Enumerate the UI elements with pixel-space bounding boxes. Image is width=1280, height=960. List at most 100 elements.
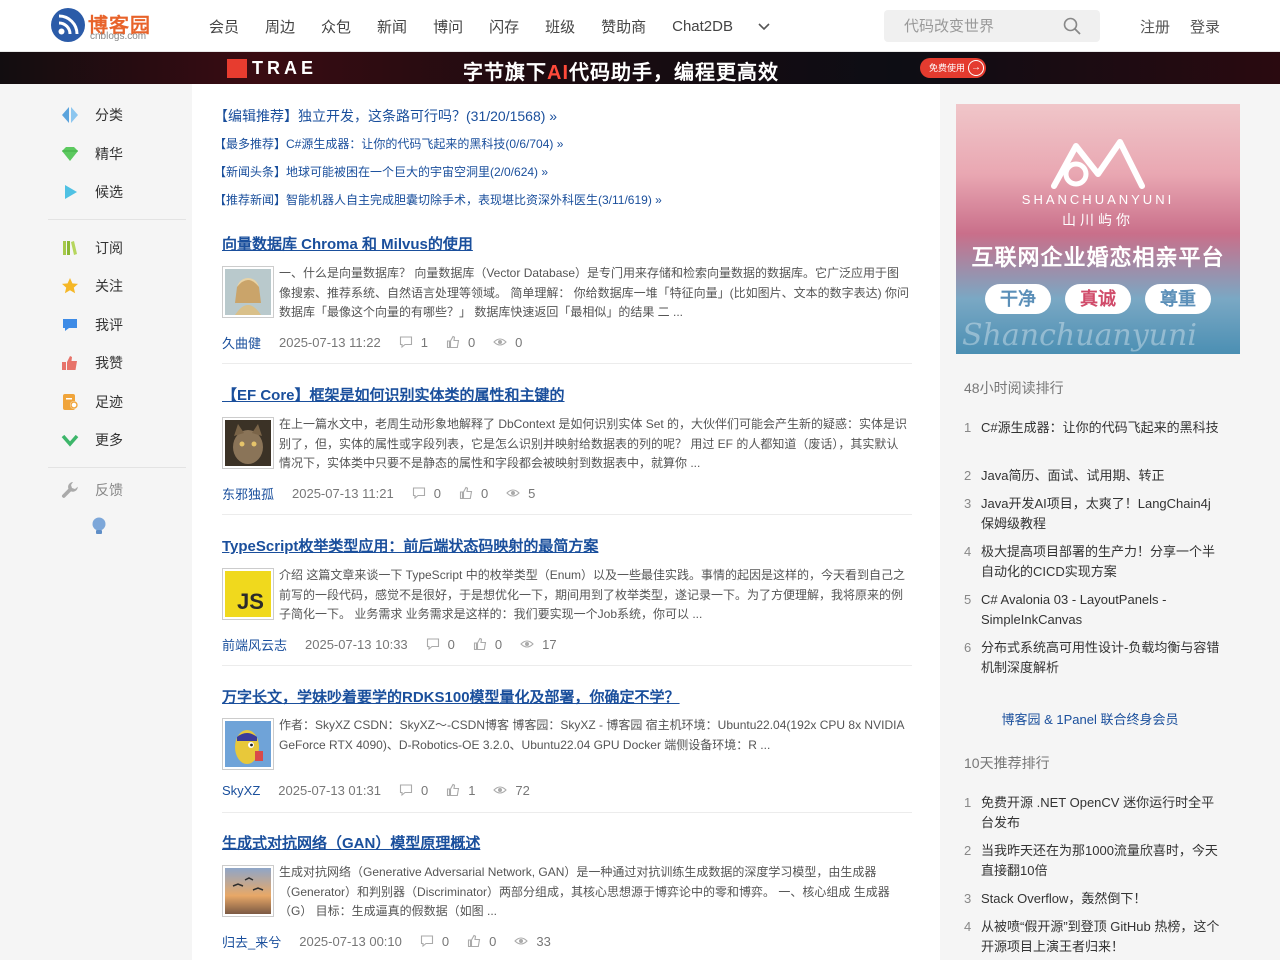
nav-qa[interactable]: 博问 — [433, 16, 463, 37]
comment-icon[interactable] — [399, 783, 413, 797]
slogan-highlight: AI — [547, 62, 569, 84]
rank-number: 1 — [964, 420, 972, 435]
avatar[interactable] — [222, 718, 274, 770]
search-input[interactable] — [884, 10, 1064, 42]
like-count: 0 — [480, 485, 489, 501]
sidebar-item-label: 订阅 — [95, 240, 123, 256]
comment-icon[interactable] — [399, 335, 413, 349]
author-avatar-image — [225, 269, 271, 315]
ad-pill-clean: 干净 — [985, 284, 1051, 314]
ad-pill-sincere: 真诚 — [1065, 284, 1131, 314]
chevron-down-icon[interactable] — [757, 19, 771, 33]
rank-title: C#源生成器：让你的代码飞起来的黑科技 — [981, 420, 1219, 435]
rank-number: 2 — [964, 468, 972, 483]
chevron-down-icon — [61, 434, 79, 447]
nav-sponsor[interactable]: 赞助商 — [601, 16, 646, 37]
post-author[interactable]: 东邪独孤 — [222, 484, 274, 503]
comment-icon[interactable] — [420, 934, 434, 948]
sidebar-item-label: 反馈 — [95, 482, 123, 498]
books-icon — [63, 241, 77, 255]
nav-news[interactable]: 新闻 — [377, 16, 407, 37]
post-date: 2025-07-13 10:33 — [305, 636, 408, 652]
nav-flash[interactable]: 闪存 — [489, 16, 519, 37]
sidebar-item-label: 我评 — [95, 317, 123, 333]
eye-icon — [506, 489, 520, 497]
banner-cta-button[interactable]: 免费使用 → — [920, 58, 986, 78]
sidebar-item-feedback[interactable]: 反馈 — [60, 478, 123, 502]
view-count: 5 — [528, 485, 536, 501]
post-author[interactable]: 久曲健 — [222, 333, 261, 352]
editor-pick-link[interactable]: 【编辑推荐】独立开发，这条路可行吗？(31/20/1568) » — [214, 106, 557, 126]
nav-crowdsource[interactable]: 众包 — [321, 16, 351, 37]
banner-slogan: 字节旗下AI代码助手，编程更高效 — [463, 56, 779, 85]
avatar[interactable] — [222, 266, 274, 318]
membership-promo-link[interactable]: 博客园 & 1Panel 联合终身会员 — [940, 709, 1240, 728]
sidebar-item-subscribe[interactable]: 订阅 — [60, 236, 123, 260]
sidebar-item-candidate[interactable]: 候选 — [60, 180, 123, 204]
comment-count: 1 — [420, 334, 428, 350]
nav-chat2db[interactable]: Chat2DB — [672, 18, 733, 35]
lightbulb-icon[interactable] — [90, 516, 108, 536]
most-recommended-link[interactable]: 【最多推荐】C#源生成器：让你的代码飞起来的黑科技(0/6/704) » — [214, 135, 563, 152]
post-title[interactable]: 生成式对抗网络（GAN）模型原理概述 — [222, 832, 480, 853]
sidebar-item-category[interactable]: 分类 — [60, 103, 123, 127]
eye-icon — [514, 937, 529, 945]
post-meta: 东邪独孤 2025-07-13 11:21 0 0 5 — [222, 484, 553, 502]
sidebar-ad[interactable]: SHANCHUANYUNI 山川屿你 互联网企业婚恋相亲平台 干净 真诚 尊重 … — [956, 104, 1240, 354]
star-icon — [62, 278, 78, 294]
rank-number: 3 — [964, 496, 972, 511]
sidebar-item-more[interactable]: 更多 — [60, 428, 123, 452]
thumbs-up-icon[interactable] — [446, 335, 460, 349]
register-link[interactable]: 注册 — [1140, 16, 1170, 37]
rank-title: 极大提高项目部署的生产力！分享一个半自动化的CICD实现方案 — [981, 544, 1216, 579]
eye-icon — [493, 786, 508, 794]
site-logo[interactable]: 博客园 cnblogs.com — [50, 7, 160, 45]
search-icon[interactable] — [1062, 16, 1082, 36]
post-title[interactable]: 【EF Core】框架是如何识别实体类的属性和主键的 — [222, 384, 565, 405]
post-title[interactable]: TypeScript枚举类型应用：前后端状态码映射的最简方案 — [222, 535, 598, 556]
like-count: 1 — [468, 782, 476, 798]
post-title[interactable]: 向量数据库 Chroma 和 Milvus的使用 — [222, 233, 473, 254]
nav-member[interactable]: 会员 — [209, 16, 239, 37]
thumbs-up-icon[interactable] — [446, 783, 460, 797]
avatar[interactable] — [222, 865, 274, 917]
post-summary: 生成对抗网络（Generative Adversarial Network, G… — [279, 865, 890, 918]
promo-banner[interactable]: TRAE 字节旗下AI代码助手，编程更高效 免费使用 → — [0, 52, 1280, 84]
avatar[interactable] — [222, 417, 274, 469]
reading-rank-title: 48小时阅读排行 — [964, 380, 1064, 396]
nav-merch[interactable]: 周边 — [265, 16, 295, 37]
news-headline-link[interactable]: 【新闻头条】地球可能被困在一个巨大的宇宙空洞里(2/0/624) » — [214, 163, 548, 180]
post-summary: 介绍 这篇文章来谈一下 TypeScript 中的枚举类型（Enum）以及一些最… — [279, 568, 906, 621]
sidebar-item-my-comments[interactable]: 我评 — [60, 313, 123, 337]
recommended-news-link[interactable]: 【推荐新闻】智能机器人自主完成胆囊切除手术，表现堪比资深外科医生(3/11/61… — [214, 191, 662, 208]
post-divider — [222, 363, 912, 364]
sidebar-item-featured[interactable]: 精华 — [60, 142, 123, 166]
post-author[interactable]: 前端风云志 — [222, 635, 287, 654]
post-date: 2025-07-13 00:10 — [299, 933, 402, 949]
sidebar-item-my-likes[interactable]: 我赞 — [60, 351, 123, 375]
sidebar-item-footprint[interactable]: 足迹 — [60, 390, 123, 414]
post-author[interactable]: SkyXZ — [222, 783, 260, 798]
search-box — [884, 10, 1100, 42]
author-avatar-image — [225, 721, 271, 767]
comment-icon[interactable] — [412, 486, 426, 500]
post-title[interactable]: 万字长文，学妹吵着要学的RDKS100模型量化及部署，你确定不学？ — [222, 686, 680, 707]
rank-title: C# Avalonia 03 - LayoutPanels - SimpleIn… — [981, 592, 1167, 627]
thumbs-up-icon[interactable] — [459, 486, 473, 500]
avatar[interactable]: JS — [222, 568, 274, 620]
ad-headline: 互联网企业婚恋相亲平台 — [971, 245, 1225, 270]
post-author[interactable]: 归去_来兮 — [222, 932, 281, 951]
login-link[interactable]: 登录 — [1190, 16, 1220, 37]
thumbs-up-icon[interactable] — [467, 934, 481, 948]
rank-title: Stack Overflow，轰然倒下！ — [981, 891, 1147, 906]
thumbs-up-icon[interactable] — [473, 637, 487, 651]
rank-number: 2 — [964, 843, 972, 858]
post-summary: 作者：SkyXZ CSDN：SkyXZ～-CSDN博客 博客园：SkyXZ - … — [279, 718, 904, 752]
rank-title: 免费开源 .NET OpenCV 迷你运行时全平台发布 — [981, 795, 1215, 830]
nav-class[interactable]: 班级 — [545, 16, 575, 37]
comment-count: 0 — [441, 933, 450, 949]
shanchuanyuni-logo-icon — [1051, 139, 1145, 189]
sidebar-item-follow[interactable]: 关注 — [60, 274, 123, 298]
comment-icon[interactable] — [426, 637, 440, 651]
banner-brand: TRAE — [252, 58, 317, 78]
